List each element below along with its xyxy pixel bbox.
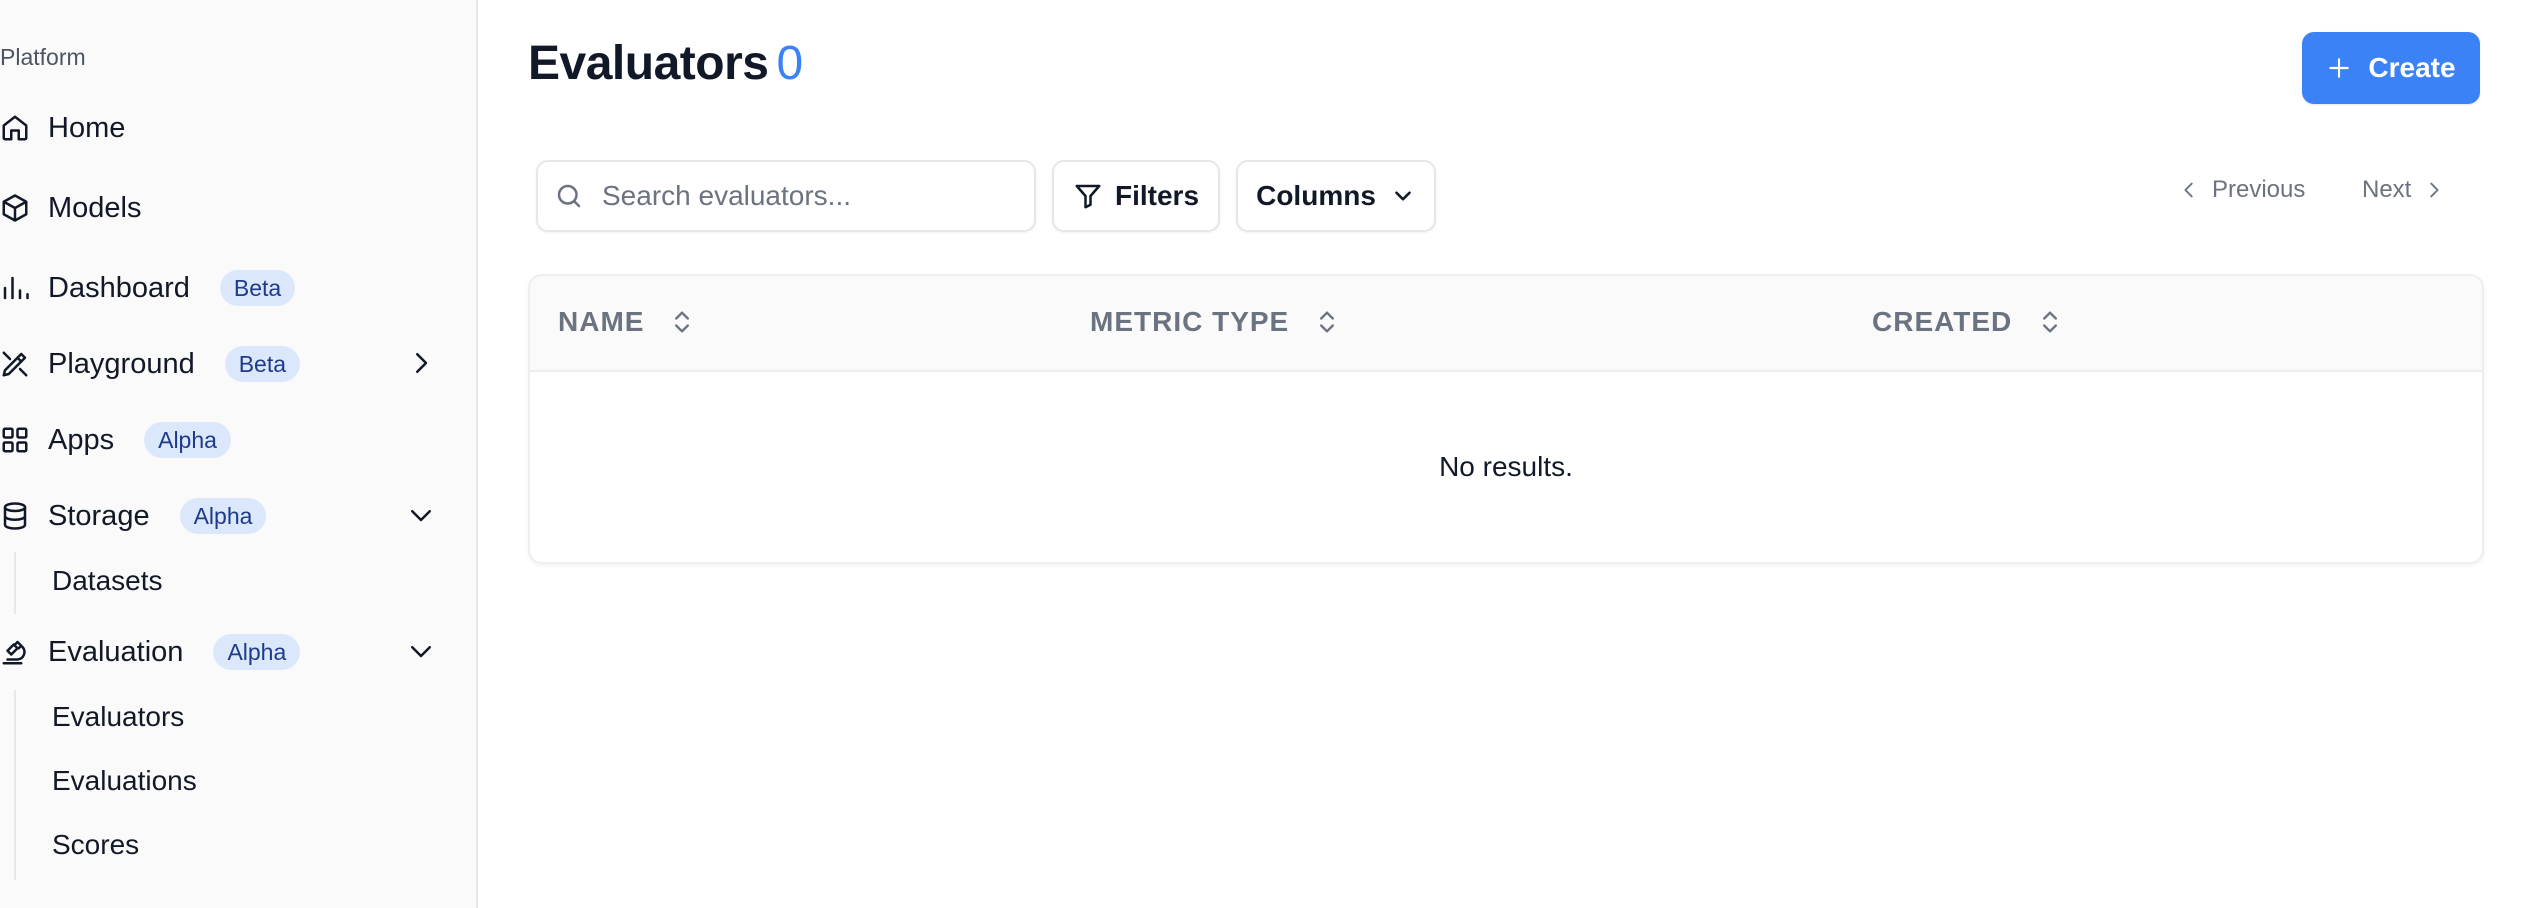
create-button[interactable]: Create [2302,32,2480,104]
filters-button[interactable]: Filters [1052,160,1220,232]
sort-icon[interactable] [2036,308,2064,336]
column-header-label: CREATED [1872,306,2013,337]
cube-icon [0,192,32,224]
sidebar-subitem-scores[interactable]: Scores [52,822,139,868]
evaluation-subnav: Evaluators Evaluations Scores [14,690,436,880]
grid-icon [0,424,32,456]
create-button-label: Create [2368,52,2456,83]
sidebar-item-label: Evaluation [48,635,184,668]
pen-tool-icon [0,348,32,380]
next-label: Next [2362,176,2412,203]
search-box[interactable] [536,160,1036,232]
sidebar-item-playground[interactable]: Playground Beta [0,334,450,394]
sidebar-item-label: Playground [48,347,195,380]
sidebar-item-label: Models [48,191,142,224]
chevron-down-icon [411,646,431,658]
home-icon [0,112,32,144]
chevron-down-icon [1395,191,1411,201]
sidebar: Platform Home Models Dashboard Beta Play… [0,0,478,908]
sidebar-item-apps[interactable]: Apps Alpha [0,410,450,470]
alpha-badge: Alpha [213,634,301,670]
evaluators-table: NAME METRIC TYPE CREATED No results. [528,274,2484,564]
beta-badge: Beta [224,346,301,382]
empty-state-message: No results. [1439,451,1573,482]
column-header-label: METRIC TYPE [1090,306,1290,337]
sidebar-item-evaluation[interactable]: Evaluation Alpha [0,622,450,682]
sidebar-section-label: Platform [0,44,86,70]
main-content: Evaluators0 Create Filters Columns Previ… [478,0,2528,908]
sidebar-item-label: Storage [48,499,150,532]
columns-button[interactable]: Columns [1236,160,1436,232]
filters-button-label: Filters [1114,180,1200,211]
column-header-label: NAME [558,306,645,337]
alpha-badge: Alpha [179,498,267,534]
chevron-left-icon [2184,182,2193,198]
next-page-button[interactable]: Next [2362,176,2445,204]
chevron-right-icon [416,353,428,373]
search-icon [557,184,581,208]
column-header-created[interactable]: CREATED [1872,306,2064,338]
plus-icon [2329,58,2350,78]
sidebar-item-models[interactable]: Models [0,178,450,238]
sidebar-item-dashboard[interactable]: Dashboard Beta [0,258,450,318]
sidebar-subitem-datasets[interactable]: Datasets [52,558,163,604]
table-header: NAME METRIC TYPE CREATED [530,276,2482,372]
previous-page-button[interactable]: Previous [2178,176,2305,204]
alpha-badge: Alpha [144,422,231,458]
sidebar-item-label: Home [48,111,126,144]
database-icon [0,500,32,532]
chevron-right-icon [2430,182,2439,198]
columns-button-label: Columns [1256,180,1376,211]
column-header-name[interactable]: NAME [558,306,696,338]
chevron-down-icon [411,510,431,522]
filter-icon [1075,184,1101,209]
page-title-text: Evaluators [528,37,769,90]
beta-badge: Beta [219,270,296,306]
sidebar-item-label: Dashboard [48,271,190,304]
page-title: Evaluators 0 [528,36,803,91]
storage-subnav: Datasets [14,552,436,614]
sidebar-item-home[interactable]: Home [0,98,450,158]
microscope-icon [0,636,32,668]
evaluator-count: 0 [776,37,803,90]
sidebar-item-label: Apps [48,423,115,456]
sort-icon[interactable] [1313,308,1341,336]
previous-label: Previous [2212,176,2306,203]
column-header-metric-type[interactable]: METRIC TYPE [1090,306,1341,338]
sidebar-subitem-evaluators[interactable]: Evaluators [52,694,184,740]
search-input[interactable] [600,179,1004,213]
sort-icon[interactable] [668,308,696,336]
sidebar-subitem-evaluations[interactable]: Evaluations [52,758,197,804]
bar-chart-icon [0,272,32,304]
sidebar-item-storage[interactable]: Storage Alpha [0,486,450,546]
